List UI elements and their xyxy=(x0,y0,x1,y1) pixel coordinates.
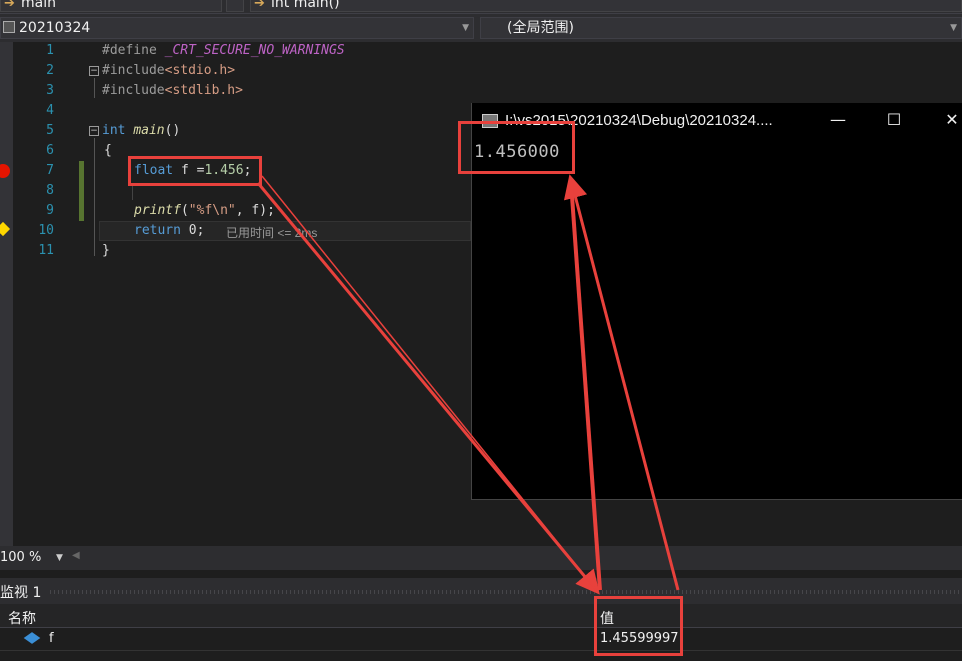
annotation-arrows xyxy=(256,174,680,595)
arrow-watch-to-output-thick xyxy=(569,181,602,591)
arrow-declaration-to-watch xyxy=(256,182,600,595)
arrow-declaration-guide xyxy=(261,175,597,591)
